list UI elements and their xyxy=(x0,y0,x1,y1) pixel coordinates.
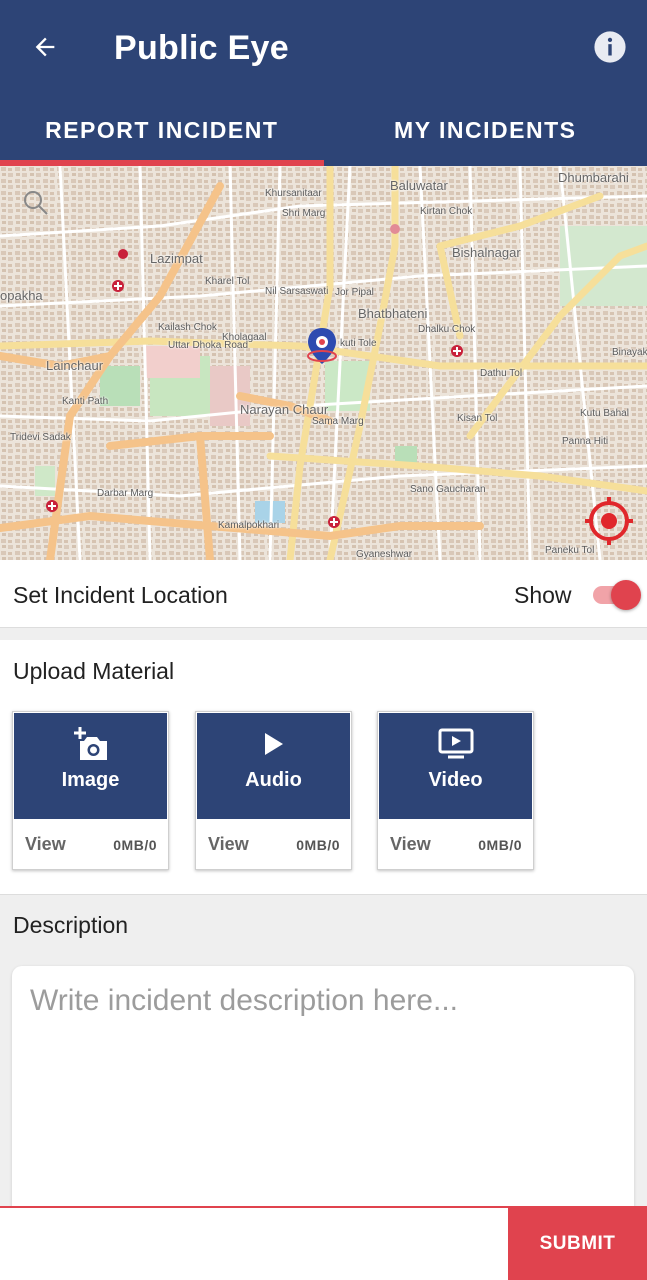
map-label: Dathu Tol xyxy=(480,368,523,379)
video-upload-button[interactable]: Video xyxy=(379,713,532,819)
description-input[interactable] xyxy=(30,984,620,1204)
image-size-text: 0MB/0 xyxy=(113,837,157,853)
upload-type-label: Video xyxy=(428,769,483,791)
arrow-left-icon xyxy=(35,37,55,57)
map-label: Darbar Marg xyxy=(97,488,154,499)
tab-report-incident[interactable]: REPORT INCIDENT xyxy=(0,94,324,166)
upload-heading: Upload Material xyxy=(13,658,175,684)
tab-label: MY INCIDENTS xyxy=(394,116,577,143)
show-map-toggle[interactable] xyxy=(591,580,641,610)
map-label: Kisan Tol xyxy=(457,413,498,424)
tab-bar: REPORT INCIDENT MY INCIDENTS xyxy=(0,94,647,166)
tab-my-incidents[interactable]: MY INCIDENTS xyxy=(324,94,647,166)
video-screen-icon xyxy=(438,728,473,759)
upload-type-label: Audio xyxy=(245,769,302,791)
map-label: Dhumbarahi xyxy=(558,170,629,185)
back-button[interactable] xyxy=(24,26,66,68)
description-box xyxy=(12,966,634,1226)
video-size-text: 0MB/0 xyxy=(478,837,522,853)
map-label: Sano Gaucharan xyxy=(410,484,486,495)
map-label: Jor Pipal xyxy=(335,287,374,298)
upload-type-label: Image xyxy=(61,769,120,791)
map-label: Sama Marg xyxy=(312,416,364,427)
map-label: Khursanitaar xyxy=(265,188,322,199)
view-audio-link[interactable]: View xyxy=(208,834,249,855)
map-label: Kutu Bahal xyxy=(580,408,629,419)
map-label: kuti Tole xyxy=(340,338,377,349)
map-label: Lazimpat xyxy=(150,251,203,266)
info-icon xyxy=(594,31,626,63)
map-label: Lainchaur xyxy=(46,358,104,373)
audio-card-footer: View 0MB/0 xyxy=(196,820,351,870)
map-label: Uttar Dhoka Road xyxy=(168,340,249,351)
toggle-thumb xyxy=(611,580,641,610)
incident-map[interactable]: Baluwatar Dhumbarahi Khursanitaar Shri M… xyxy=(0,166,647,560)
map-label: Gyaneshwar xyxy=(356,549,413,560)
map-label: Shri Marg xyxy=(282,208,326,219)
view-images-link[interactable]: View xyxy=(25,834,66,855)
map-label: Binayak xyxy=(612,347,647,358)
audio-upload-button[interactable]: Audio xyxy=(197,713,350,819)
map-label: Bishalnagar xyxy=(452,245,521,260)
view-videos-link[interactable]: View xyxy=(390,834,431,855)
map-label: Paneku Tol xyxy=(545,545,595,556)
map-label: Narayan Chaur xyxy=(240,402,329,417)
tab-label: REPORT INCIDENT xyxy=(45,116,279,143)
audio-upload-card: Audio View 0MB/0 xyxy=(195,711,352,870)
set-location-row: Set Incident Location Show xyxy=(0,560,647,628)
map-label: Dhalku Chok xyxy=(418,324,476,335)
image-card-footer: View 0MB/0 xyxy=(13,820,168,870)
image-upload-button[interactable]: Image xyxy=(14,713,167,819)
play-icon xyxy=(264,733,283,755)
info-button[interactable] xyxy=(593,30,627,64)
video-upload-card: Video View 0MB/0 xyxy=(377,711,534,870)
submit-button[interactable]: SUBMIT xyxy=(508,1206,647,1280)
map-label: Kamalpokhari xyxy=(218,520,280,531)
audio-size-text: 0MB/0 xyxy=(296,837,340,853)
app-bar: Public Eye xyxy=(0,0,647,94)
show-map-label: Show xyxy=(514,582,572,608)
map-label: opakha xyxy=(0,288,43,303)
map-label: Nil Sarsaswati xyxy=(265,286,329,297)
map-label: Bhatbhateni xyxy=(358,306,428,321)
description-heading: Description xyxy=(13,912,129,938)
map-label: Kirtan Chok xyxy=(420,206,473,217)
video-card-footer: View 0MB/0 xyxy=(378,820,533,870)
map-label: Tridevi Sadak xyxy=(10,432,71,443)
image-upload-card: Image View 0MB/0 xyxy=(12,711,169,870)
add-photo-icon xyxy=(73,727,107,760)
map-label: Panna Hiti xyxy=(562,436,609,447)
set-location-label: Set Incident Location xyxy=(13,582,228,608)
map-label: Baluwatar xyxy=(390,178,448,193)
app-title: Public Eye xyxy=(114,29,289,67)
map-label: Kanti Path xyxy=(62,396,109,407)
location-pin xyxy=(307,328,337,364)
map-label: Kharel Tol xyxy=(205,276,250,287)
bottom-bar: SUBMIT xyxy=(0,1206,647,1280)
upload-material-section: Upload Material Image View 0MB/0 Audio V… xyxy=(0,640,647,895)
map-label: Kailash Chok xyxy=(158,322,217,333)
